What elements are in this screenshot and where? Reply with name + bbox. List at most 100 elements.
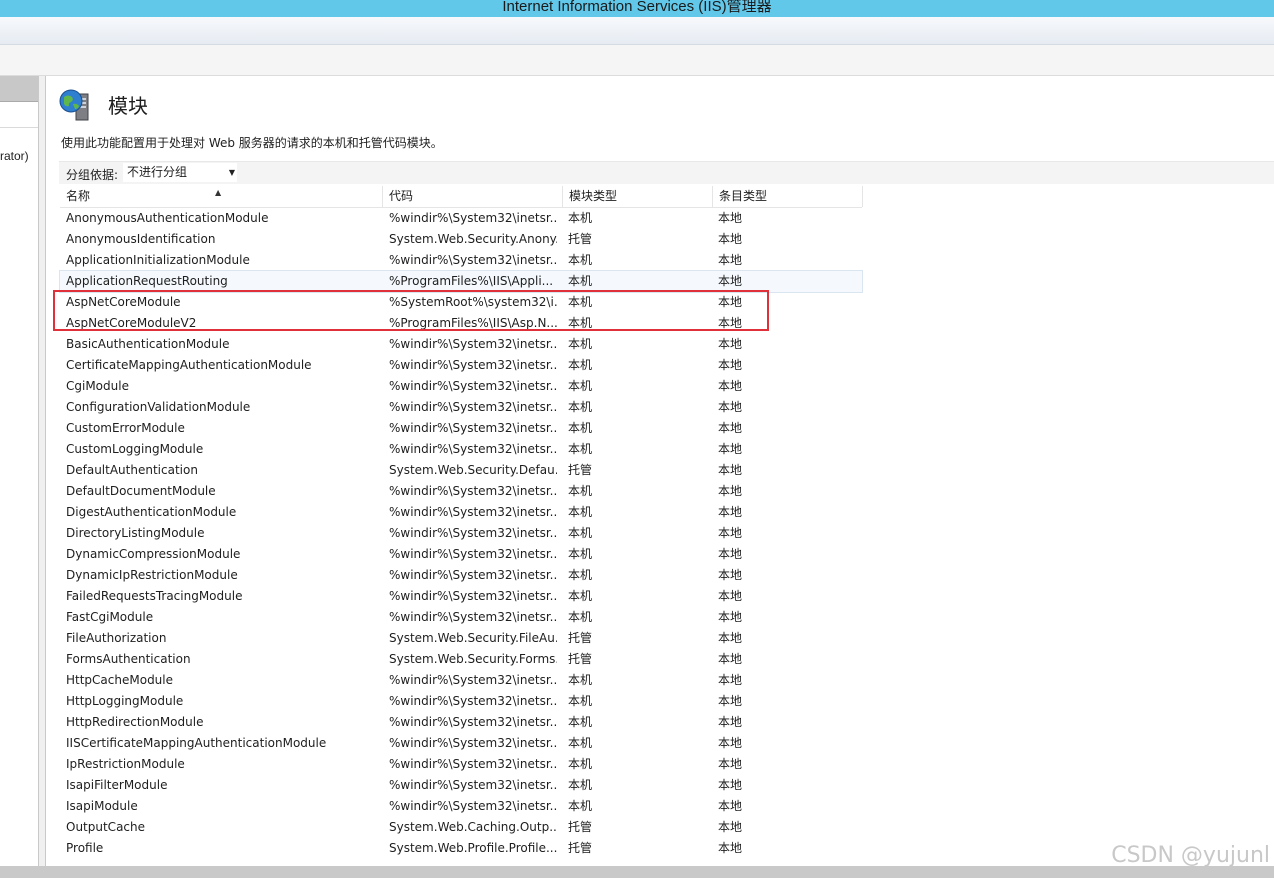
cell-name: FileAuthorization [66,631,167,645]
table-row[interactable]: DynamicCompressionModule %windir%\System3… [60,544,862,565]
table-row[interactable]: DynamicIpRestrictionModule %windir%\Syste… [60,565,862,586]
cell-module-type: 本机 [568,442,593,456]
table-row[interactable]: HttpRedirectionModule %windir%\System32\i… [60,712,862,733]
cell-entry-type: 本地 [718,253,743,267]
table-row[interactable]: DefaultDocumentModule %windir%\System32\i… [60,481,862,502]
table-row[interactable]: IsapiFilterModule %windir%\System32\inets… [60,775,862,796]
cell-entry-type: 本地 [718,589,743,603]
cell-code: %windir%\System32\inetsr... [389,799,557,813]
column-header-module-type[interactable]: 模块类型 [563,186,713,207]
cell-entry-type: 本地 [718,610,743,624]
cell-code: System.Web.Profile.Profile... [389,841,557,855]
table-row[interactable]: ConfigurationValidationModule %windir%\Sy… [60,397,862,418]
group-by-value: 不进行分组 [127,165,188,179]
status-bar [0,866,1274,878]
cell-entry-type: 本地 [718,673,743,687]
table-row[interactable]: DirectoryListingModule %windir%\System32\… [60,523,862,544]
cell-code: %ProgramFiles%\IIS\Appli... [389,274,554,288]
table-row[interactable]: IsapiModule %windir%\System32\inetsr... 本机… [60,796,862,817]
table-row[interactable]: AnonymousAuthenticationModule %windir%\Sy… [60,208,862,229]
cell-module-type: 本机 [568,547,593,561]
address-bar[interactable] [0,17,1274,45]
cell-entry-type: 本地 [718,652,743,666]
cell-name: CgiModule [66,379,129,393]
cell-module-type: 本机 [568,778,593,792]
cell-entry-type: 本地 [718,358,743,372]
table-row[interactable]: FailedRequestsTracingModule %windir%\Syst… [60,586,862,607]
cell-entry-type: 本地 [718,295,743,309]
cell-code: System.Web.Security.Defau... [389,463,557,477]
dropdown-arrow-icon: ▼ [228,168,235,177]
table-row[interactable]: HttpLoggingModule %windir%\System32\inets… [60,691,862,712]
cell-code: %windir%\System32\inetsr... [389,526,557,540]
table-row[interactable]: DigestAuthenticationModule %windir%\Syste… [60,502,862,523]
table-row[interactable]: FormsAuthentication System.Web.Security.F… [60,649,862,670]
table-row[interactable]: CustomLoggingModule %windir%\System32\ine… [60,439,862,460]
cell-entry-type: 本地 [718,694,743,708]
cell-code: %SystemRoot%\system32\i... [389,295,557,309]
watermark: CSDN @yujunl [1111,843,1270,868]
cell-code: %windir%\System32\inetsr... [389,400,557,414]
cell-code: %windir%\System32\inetsr... [389,778,557,792]
cell-entry-type: 本地 [718,211,743,225]
table-row[interactable]: CustomErrorModule %windir%\System32\inets… [60,418,862,439]
tree-node-server[interactable]: rator) [0,149,29,163]
cell-module-type: 本机 [568,274,593,288]
table-row[interactable]: FileAuthorization System.Web.Security.Fil… [60,628,862,649]
cell-code: System.Web.Security.Forms... [389,652,557,666]
group-by-dropdown[interactable]: 不进行分组 ▼ [123,163,237,182]
table-row[interactable]: AnonymousIdentification System.Web.Securi… [60,229,862,250]
table-row[interactable]: IpRestrictionModule %windir%\System32\ine… [60,754,862,775]
column-header-label: 条目类型 [719,189,768,203]
cell-name: ApplicationInitializationModule [66,253,250,267]
cell-entry-type: 本地 [718,547,743,561]
table-row[interactable]: OutputCache System.Web.Caching.Outp... 托管 本… [60,817,862,838]
table-row[interactable]: ApplicationRequestRouting %ProgramFiles%\… [59,270,863,293]
cell-name: AspNetCoreModuleV2 [66,316,197,330]
cell-entry-type: 本地 [718,484,743,498]
cell-name: ConfigurationValidationModule [66,400,251,414]
cell-code: %windir%\System32\inetsr... [389,736,557,750]
cell-code: %windir%\System32\inetsr... [389,211,557,225]
cell-entry-type: 本地 [718,799,743,813]
table-row[interactable]: AspNetCoreModule %SystemRoot%\system32\i.… [60,292,862,313]
cell-entry-type: 本地 [718,379,743,393]
table-row[interactable]: ApplicationInitializationModule %windir%\… [60,250,862,271]
cell-module-type: 本机 [568,484,593,498]
main-content: 模块 使用此功能配置用于处理对 Web 服务器的请求的本机和托管代码模块。 分组… [45,76,1274,866]
column-header-code[interactable]: 代码 [383,186,563,207]
cell-entry-type: 本地 [718,421,743,435]
column-header-label: 模块类型 [569,189,618,203]
cell-code: %ProgramFiles%\IIS\Asp.N... [389,316,557,330]
table-row[interactable]: IISCertificateMappingAuthenticationModul… [60,733,862,754]
table-row[interactable]: BasicAuthenticationModule %windir%\System… [60,334,862,355]
cell-name: DefaultAuthentication [66,463,198,477]
table-row[interactable]: HttpCacheModule %windir%\System32\inetsr.… [60,670,862,691]
cell-entry-type: 本地 [718,274,743,288]
table-row[interactable]: Profile System.Web.Profile.Profile... 托管 本地 [60,838,862,859]
connections-pane: rator) [0,76,39,866]
table-row[interactable]: DefaultAuthentication System.Web.Security… [60,460,862,481]
table-row[interactable]: AspNetCoreModuleV2 %ProgramFiles%\IIS\Asp… [60,313,862,334]
cell-name: AnonymousAuthenticationModule [66,211,269,225]
table-row[interactable]: CertificateMappingAuthenticationModule %w… [60,355,862,376]
column-header-name[interactable]: 名称 ▲ [60,186,383,207]
cell-name: HttpLoggingModule [66,694,184,708]
cell-name: IsapiModule [66,799,138,813]
cell-name: BasicAuthenticationModule [66,337,230,351]
table-row[interactable]: CgiModule %windir%\System32\inetsr... 本机 本地 [60,376,862,397]
column-header-entry-type[interactable]: 条目类型 [713,186,863,207]
cell-code: %windir%\System32\inetsr... [389,589,557,603]
toolbar [0,45,1274,76]
cell-module-type: 托管 [568,820,593,834]
cell-entry-type: 本地 [718,232,743,246]
cell-entry-type: 本地 [718,841,743,855]
cell-name: HttpRedirectionModule [66,715,204,729]
cell-module-type: 本机 [568,526,593,540]
table-body: AnonymousAuthenticationModule %windir%\Sy… [59,208,863,859]
cell-module-type: 本机 [568,589,593,603]
cell-entry-type: 本地 [718,568,743,582]
table-header: 名称 ▲ 代码 模块类型 条目类型 [60,186,863,208]
table-row[interactable]: FastCgiModule %windir%\System32\inetsr...… [60,607,862,628]
cell-code: %windir%\System32\inetsr... [389,694,557,708]
